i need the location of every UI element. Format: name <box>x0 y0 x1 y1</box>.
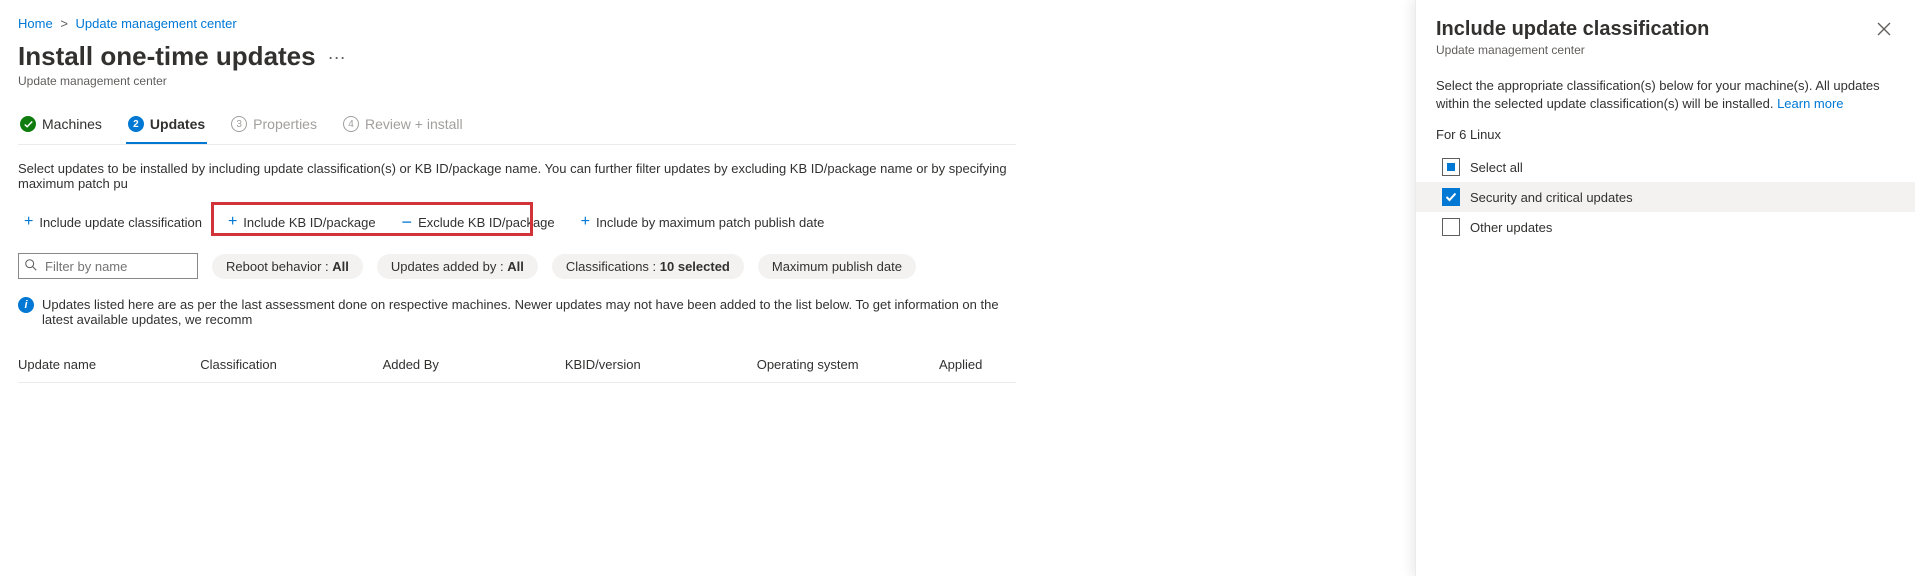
checkbox-indeterminate-icon <box>1442 158 1460 176</box>
plus-icon: + <box>24 214 33 230</box>
pill-value: All <box>507 259 524 274</box>
include-classification-button[interactable]: + Include update classification <box>18 210 208 234</box>
pill-label: Classifications : <box>566 259 660 274</box>
updates-added-by-filter[interactable]: Updates added by : All <box>377 254 538 279</box>
checkmark-icon <box>20 116 36 132</box>
column-kbid[interactable]: KBID/version <box>565 357 757 372</box>
step-number-icon: 4 <box>343 116 359 132</box>
step-properties[interactable]: 3 Properties <box>229 110 319 144</box>
column-update-name[interactable]: Update name <box>18 357 200 372</box>
step-label: Review + install <box>365 116 463 132</box>
include-kb-button[interactable]: + Include KB ID/package <box>222 210 382 234</box>
panel-title: Include update classification <box>1436 18 1709 41</box>
step-label: Machines <box>42 116 102 132</box>
info-text: Updates listed here are as per the last … <box>42 297 1016 327</box>
close-icon <box>1877 22 1891 36</box>
info-bar: i Updates listed here are as per the las… <box>18 297 1016 327</box>
include-date-button[interactable]: + Include by maximum patch publish date <box>575 210 831 234</box>
step-review[interactable]: 4 Review + install <box>341 110 465 144</box>
info-icon: i <box>18 297 34 313</box>
pill-value: All <box>332 259 349 274</box>
exclude-kb-button[interactable]: − Exclude KB ID/package <box>396 209 561 235</box>
filter-by-name-input[interactable] <box>18 253 198 279</box>
checkbox-checked-icon <box>1442 188 1460 206</box>
pill-value: 10 selected <box>660 259 730 274</box>
checkbox-label: Other updates <box>1470 220 1552 235</box>
pill-label: Reboot behavior : <box>226 259 332 274</box>
step-machines[interactable]: Machines <box>18 110 104 144</box>
step-updates[interactable]: 2 Updates <box>126 110 207 144</box>
other-updates-row[interactable]: Other updates <box>1436 212 1895 242</box>
checkbox-label: Security and critical updates <box>1470 190 1633 205</box>
button-label: Include KB ID/package <box>243 215 375 230</box>
checkbox-label: Select all <box>1470 160 1523 175</box>
breadcrumb-update-center[interactable]: Update management center <box>76 16 237 31</box>
step-number-icon: 3 <box>231 116 247 132</box>
column-added-by[interactable]: Added By <box>383 357 565 372</box>
table-header-row: Update name Classification Added By KBID… <box>18 347 1016 383</box>
max-publish-date-filter[interactable]: Maximum publish date <box>758 254 916 279</box>
plus-icon: + <box>228 214 237 230</box>
minus-icon: − <box>402 213 413 231</box>
step-label: Updates <box>150 116 205 132</box>
security-updates-row[interactable]: Security and critical updates <box>1416 182 1915 212</box>
pill-label: Updates added by : <box>391 259 507 274</box>
learn-more-link[interactable]: Learn more <box>1777 96 1843 111</box>
include-classification-panel: Include update classification Update man… <box>1415 0 1915 576</box>
select-all-row[interactable]: Select all <box>1436 152 1895 182</box>
page-title: Install one-time updates <box>18 41 316 72</box>
classifications-filter[interactable]: Classifications : 10 selected <box>552 254 744 279</box>
panel-description: Select the appropriate classification(s)… <box>1436 77 1895 113</box>
filters-row: Reboot behavior : All Updates added by :… <box>18 253 1016 279</box>
checkbox-unchecked-icon <box>1442 218 1460 236</box>
breadcrumb: Home > Update management center <box>18 16 1016 31</box>
panel-subtitle: Update management center <box>1436 43 1709 57</box>
panel-for-label: For 6 Linux <box>1436 127 1895 142</box>
column-classification[interactable]: Classification <box>200 357 382 372</box>
column-applied[interactable]: Applied <box>939 357 1016 372</box>
reboot-behavior-filter[interactable]: Reboot behavior : All <box>212 254 363 279</box>
actions-toolbar: + Include update classification + Includ… <box>18 209 1016 235</box>
step-label: Properties <box>253 116 317 132</box>
button-label: Include update classification <box>39 215 202 230</box>
button-label: Include by maximum patch publish date <box>596 215 824 230</box>
pill-label: Maximum publish date <box>772 259 902 274</box>
instructions-text: Select updates to be installed by includ… <box>18 161 1016 191</box>
breadcrumb-home[interactable]: Home <box>18 16 53 31</box>
column-os[interactable]: Operating system <box>757 357 939 372</box>
more-actions-icon[interactable]: ··· <box>328 48 346 66</box>
plus-icon: + <box>581 214 590 230</box>
wizard-steps: Machines 2 Updates 3 Properties 4 Review… <box>18 110 1016 145</box>
page-subtitle: Update management center <box>18 74 1016 88</box>
step-number-icon: 2 <box>128 116 144 132</box>
button-label: Exclude KB ID/package <box>418 215 555 230</box>
close-button[interactable] <box>1873 18 1895 40</box>
chevron-right-icon: > <box>60 16 68 31</box>
